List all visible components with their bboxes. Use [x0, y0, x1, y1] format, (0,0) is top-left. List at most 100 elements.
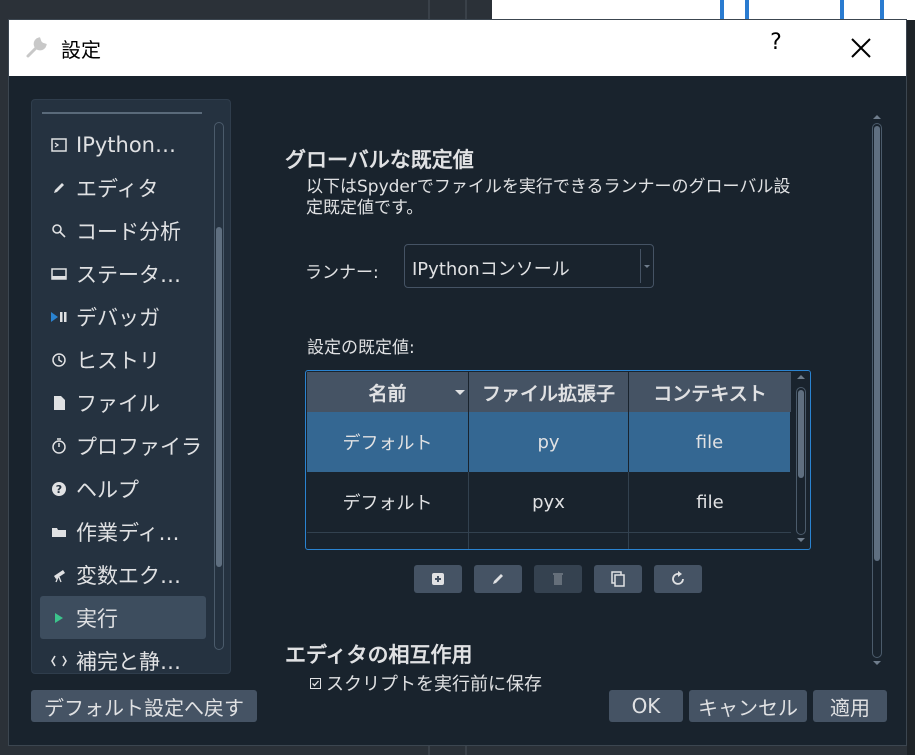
wrench-icon — [26, 37, 47, 58]
table-cell-extension: py — [469, 412, 629, 472]
table-header: 名前 ファイル拡張子 コンテキスト — [307, 372, 791, 412]
column-header-label: ファイル拡張子 — [481, 382, 615, 405]
sidebar-item-completion[interactable]: 補完と静… — [40, 639, 206, 682]
delete-button[interactable] — [534, 565, 582, 593]
column-header-label: 名前 — [368, 382, 407, 405]
executor-defaults-table: 名前 ファイル拡張子 コンテキスト デフォルト py file デフォルト py… — [305, 370, 811, 550]
runner-select[interactable]: IPythonコンソール — [404, 244, 654, 288]
sidebar-item-history[interactable]: ヒストリ — [40, 338, 206, 381]
table-cell-name — [307, 533, 469, 549]
sidebar-item-label: プロファイラ — [76, 434, 202, 459]
title-bar: 設定 ? — [9, 20, 906, 76]
sidebar-item-label: エディタ — [76, 176, 159, 201]
table-cell-context: file — [629, 412, 791, 472]
background-edge — [907, 20, 915, 755]
content-scrollbar-thumb[interactable] — [874, 126, 880, 561]
apply-button[interactable]: 適用 — [813, 690, 887, 722]
svg-text:?: ? — [56, 483, 62, 496]
column-header-label: コンテキスト — [653, 382, 767, 405]
scroll-down-icon[interactable] — [797, 538, 805, 542]
sidebar-item-editor[interactable]: エディタ — [40, 166, 206, 209]
clone-button[interactable] — [594, 565, 642, 593]
delete-icon — [553, 573, 563, 585]
sidebar-item-statusbar[interactable]: ステータ… — [40, 252, 206, 295]
table-cell-extension: pyx — [469, 472, 629, 532]
content-scrollbar[interactable] — [871, 115, 883, 665]
column-header-name[interactable]: 名前 — [307, 372, 469, 412]
sidebar-item-debugger[interactable]: デバッガ — [40, 295, 206, 338]
add-icon — [432, 573, 444, 585]
save-before-run-checkbox-row[interactable]: スクリプトを実行前に保存 — [310, 670, 542, 696]
column-header-extension[interactable]: ファイル拡張子 — [469, 372, 629, 412]
sidebar-item-profiler[interactable]: プロファイラ — [40, 424, 206, 467]
debug-icon — [50, 308, 68, 326]
sidebar-item-label: ヒストリ — [76, 348, 160, 373]
sidebar-scrollbar-thumb[interactable] — [216, 227, 222, 567]
folder-icon — [50, 523, 68, 541]
file-icon — [50, 394, 68, 412]
table-cell-extension — [469, 533, 629, 549]
settings-sidebar: IPython… エディタ コード分析 ステータ… デバッガ ヒストリ ファイル… — [31, 99, 231, 674]
run-settings-panel: グローバルな既定値 以下はSpyderでファイルを実行できるランナーのグローバル… — [249, 100, 879, 695]
sidebar-item-label: コード分析 — [76, 219, 181, 244]
sidebar-item-ipython[interactable]: IPython… — [40, 123, 206, 166]
sidebar-item-help[interactable]: ? ヘルプ — [40, 467, 206, 510]
background-plot-line — [880, 0, 884, 20]
cancel-button[interactable]: キャンセル — [689, 690, 807, 722]
help-button[interactable]: ? — [761, 30, 791, 55]
save-before-run-label: スクリプトを実行前に保存 — [326, 674, 542, 695]
clone-icon — [611, 571, 625, 587]
sidebar-item-files[interactable]: ファイル — [40, 381, 206, 424]
section-description: 以下はSpyderでファイルを実行できるランナーのグローバル設定既定値です。 — [306, 177, 791, 218]
sidebar-item-label: ファイル — [76, 391, 160, 416]
help-icon: ? — [50, 480, 68, 498]
sort-descending-icon — [455, 390, 465, 395]
table-cell-context — [629, 533, 791, 549]
table-row[interactable]: デフォルト py file — [307, 412, 791, 472]
table-scrollbar[interactable] — [796, 387, 806, 535]
scroll-down-icon[interactable] — [873, 661, 881, 665]
section-title-global-defaults: グローバルな既定値 — [285, 148, 474, 172]
reset-defaults-button[interactable]: デフォルト設定へ戻す — [31, 690, 257, 722]
terminal-icon — [50, 136, 68, 154]
background-window — [492, 0, 915, 20]
telescope-icon — [50, 566, 68, 584]
background-plot-line — [840, 0, 844, 20]
edit-icon — [493, 574, 503, 584]
content-scrollbar-track[interactable] — [872, 123, 882, 658]
ok-button[interactable]: OK — [609, 690, 683, 722]
sidebar-item-label: 補完と静… — [76, 649, 181, 674]
sidebar-item-label: IPython… — [76, 132, 176, 157]
window-title: 設定 — [61, 38, 101, 62]
sidebar-item-label: ヘルプ — [76, 477, 139, 502]
statusbar-icon — [50, 265, 68, 283]
column-header-context[interactable]: コンテキスト — [629, 372, 791, 412]
sidebar-item-variable-explorer[interactable]: 変数エク… — [40, 553, 206, 596]
reset-button[interactable] — [654, 565, 702, 593]
completion-icon — [50, 652, 68, 670]
sidebar-list: IPython… エディタ コード分析 ステータ… デバッガ ヒストリ ファイル… — [40, 123, 206, 682]
scroll-up-icon[interactable] — [873, 115, 881, 119]
add-button[interactable] — [414, 565, 462, 593]
table-cell-name: デフォルト — [307, 472, 469, 532]
play-icon — [50, 609, 68, 627]
scroll-up-icon[interactable] — [797, 375, 805, 379]
save-before-run-checkbox[interactable] — [310, 677, 321, 689]
edit-button[interactable] — [474, 565, 522, 593]
stopwatch-icon — [50, 437, 68, 455]
table-row[interactable]: デフォルト pyx file — [307, 472, 791, 533]
defaults-label: 設定の既定値: — [307, 338, 415, 358]
sidebar-item-code-analysis[interactable]: コード分析 — [40, 209, 206, 252]
table-row[interactable] — [307, 533, 791, 549]
close-icon[interactable] — [847, 34, 875, 62]
sidebar-item-working-directory[interactable]: 作業ディ… — [40, 510, 206, 553]
table-cell-name: デフォルト — [307, 412, 469, 472]
sidebar-item-label: 作業ディ… — [76, 520, 180, 545]
sidebar-scrollbar[interactable] — [214, 122, 224, 650]
background-plot-line — [745, 0, 749, 20]
preferences-dialog: 設定 ? IPython… エディタ コード分析 ステータ… デバッガ ヒストリ… — [8, 19, 907, 746]
chevron-down-icon[interactable] — [640, 249, 653, 283]
sidebar-item-run[interactable]: 実行 — [40, 596, 206, 639]
table-scrollbar-thumb[interactable] — [798, 390, 804, 478]
runner-select-value: IPythonコンソール — [412, 259, 570, 280]
